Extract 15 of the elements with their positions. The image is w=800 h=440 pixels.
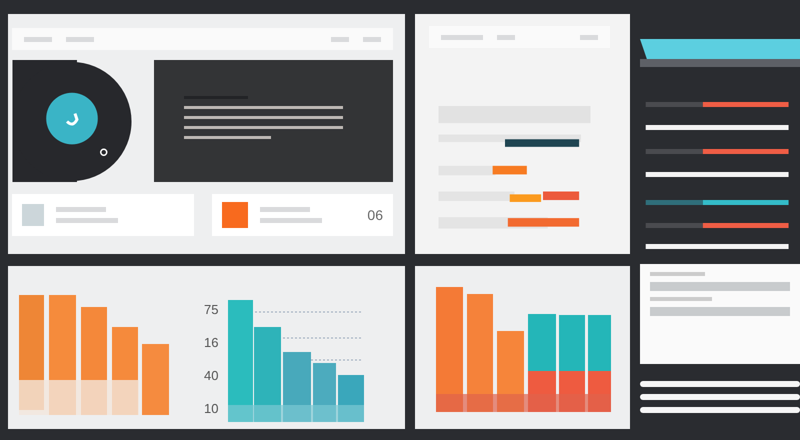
- bar: [528, 314, 556, 371]
- axis-label: 10: [204, 401, 218, 416]
- axis-label: 75: [204, 302, 218, 317]
- bar: [510, 194, 542, 202]
- bar: [508, 218, 580, 227]
- square-icon: [22, 204, 44, 226]
- bar: [543, 192, 580, 200]
- axis-label: 16: [204, 335, 218, 350]
- bar: [559, 315, 585, 371]
- bar: [588, 315, 611, 371]
- bar: [142, 344, 169, 415]
- summary-value: 06: [367, 207, 383, 223]
- square-icon: [222, 202, 248, 228]
- bar: [492, 166, 527, 174]
- axis-label: 40: [204, 368, 218, 383]
